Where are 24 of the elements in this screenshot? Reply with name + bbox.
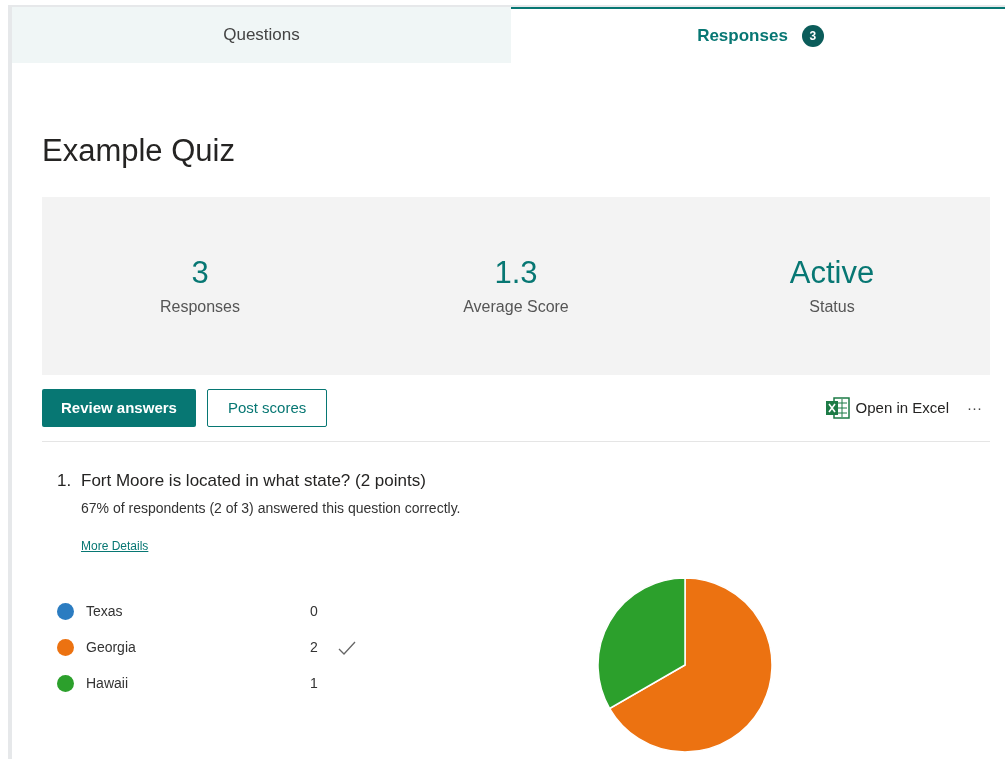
question-number: 1. [57,470,73,492]
option-count: 0 [310,602,319,621]
question-text: Fort Moore is located in what state? (2 points) [81,470,426,492]
spreadsheet-icon [825,397,850,419]
post-scores-button[interactable]: Post scores [206,389,328,427]
stat-value: 3 [191,254,209,292]
open-in-excel-button[interactable]: Open in Excel [825,396,949,420]
option-label: Georgia [86,638,137,657]
tab[interactable]: Questions [12,7,511,63]
stat-label: Responses [159,297,240,317]
more-details-link[interactable]: More Details [81,536,149,555]
more-options-button[interactable]: ··· [967,396,982,420]
option-label: Hawaii [86,674,129,693]
stat-label: Status [809,297,855,317]
option-label: Texas [86,602,124,621]
stat-value: Active [789,254,875,292]
option-count: 1 [310,674,319,693]
stat-label: Average Score [463,297,569,317]
result-summary: 67% of respondents (2 of 3) answered this question correctly. [81,498,461,518]
option-count: 2 [310,638,319,657]
review-answers-button[interactable]: Review answers [42,389,196,427]
stat-value: 1.3 [494,254,538,292]
quiz-title: Example Quiz [42,133,235,169]
count-badge: 3 [801,25,824,47]
